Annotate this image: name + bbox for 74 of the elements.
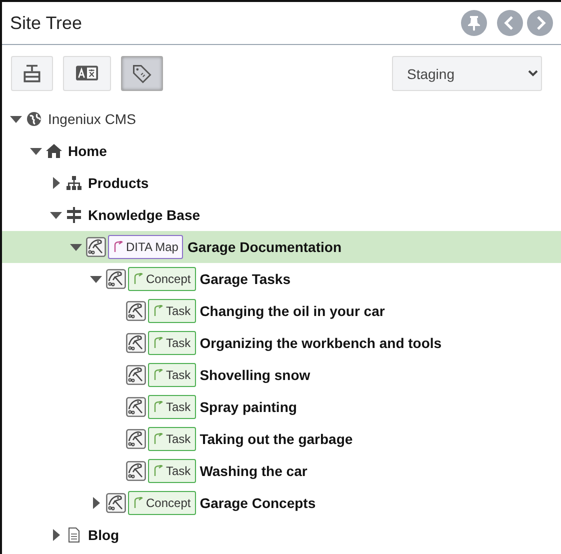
translate-button[interactable] (63, 56, 111, 91)
panel-title: Site Tree (10, 12, 84, 34)
expand-caret-icon[interactable] (10, 113, 22, 125)
arrow-icon (133, 497, 143, 509)
node-label: Blog (88, 527, 120, 543)
collapse-caret-icon[interactable] (50, 177, 62, 189)
node-label: Taking out the garbage (200, 431, 353, 447)
drawing-tool-icon (126, 461, 146, 481)
arrow-icon (153, 433, 163, 445)
node-label: Changing the oil in your car (200, 303, 385, 319)
arrow-icon (153, 305, 163, 317)
signpost-icon (66, 207, 82, 223)
tree-row[interactable]: Concept Garage Tasks (2, 263, 561, 295)
drawing-tool-icon (126, 301, 146, 321)
tag-icon (130, 62, 154, 84)
tree-row[interactable]: Task Taking out the garbage (2, 423, 561, 455)
tree-row[interactable]: DITA Map Garage Documentation (2, 231, 561, 263)
type-badge: Task (148, 299, 196, 323)
collapse-caret-icon[interactable] (90, 497, 102, 509)
tree-row[interactable]: Task Shovelling snow (2, 359, 561, 391)
type-badge: DITA Map (108, 235, 184, 259)
drawing-tool-icon (126, 365, 146, 385)
arrow-icon (153, 337, 163, 349)
arrow-icon (133, 273, 143, 285)
tag-button[interactable] (121, 56, 163, 91)
type-badge: Task (148, 459, 196, 483)
tree-row[interactable]: Home (2, 135, 561, 167)
type-badge: Concept (128, 491, 196, 515)
arrow-icon (153, 401, 163, 413)
type-badge: Task (148, 331, 196, 355)
tree-row[interactable]: Ingeniux CMS (2, 103, 561, 135)
node-label: Garage Concepts (200, 495, 316, 511)
tree-row[interactable]: Task Spray painting (2, 391, 561, 423)
tree-row[interactable]: Task Changing the oil in your car (2, 295, 561, 327)
drawing-tool-icon (126, 429, 146, 449)
expand-caret-icon[interactable] (30, 145, 42, 157)
node-label: Organizing the workbench and tools (200, 335, 442, 351)
document-icon (66, 527, 82, 543)
node-label: Ingeniux CMS (48, 111, 136, 127)
type-badge: Concept (128, 267, 196, 291)
tree-row[interactable]: Products (2, 167, 561, 199)
tree-row[interactable]: Task Washing the car (2, 455, 561, 487)
sitemap-icon (66, 175, 82, 191)
expand-caret-icon[interactable] (50, 209, 62, 221)
drawing-tool-icon (126, 397, 146, 417)
type-badge: Task (148, 427, 196, 451)
node-label: Garage Tasks (200, 271, 290, 287)
type-badge: Task (148, 395, 196, 419)
arrow-icon (153, 369, 163, 381)
tree-row[interactable]: Knowledge Base (2, 199, 561, 231)
tree-row[interactable]: Task Organizing the workbench and tools (2, 327, 561, 359)
arrow-icon (113, 241, 123, 253)
expand-caret-icon[interactable] (70, 241, 82, 253)
drawing-tool-icon (126, 333, 146, 353)
node-label: Products (88, 175, 149, 191)
environment-dropdown[interactable]: Staging (392, 56, 542, 91)
type-badge: Task (148, 363, 196, 387)
tree-row[interactable]: Blog (2, 519, 561, 551)
arrow-icon (153, 465, 163, 477)
node-label: Washing the car (200, 463, 308, 479)
node-label: Home (68, 143, 107, 159)
tree-row[interactable]: Concept Garage Concepts (2, 487, 561, 519)
drawing-tool-icon (106, 269, 126, 289)
node-label: Shovelling snow (200, 367, 310, 383)
home-icon (46, 143, 62, 159)
node-label: Garage Documentation (187, 239, 342, 255)
structure-button[interactable] (11, 56, 53, 91)
node-label: Knowledge Base (88, 207, 200, 223)
drawing-tool-icon (86, 237, 106, 257)
collapse-caret-icon[interactable] (50, 529, 62, 541)
node-label: Spray painting (200, 399, 297, 415)
drawing-tool-icon (106, 493, 126, 513)
expand-caret-icon[interactable] (90, 273, 102, 285)
globe-icon (26, 111, 42, 127)
